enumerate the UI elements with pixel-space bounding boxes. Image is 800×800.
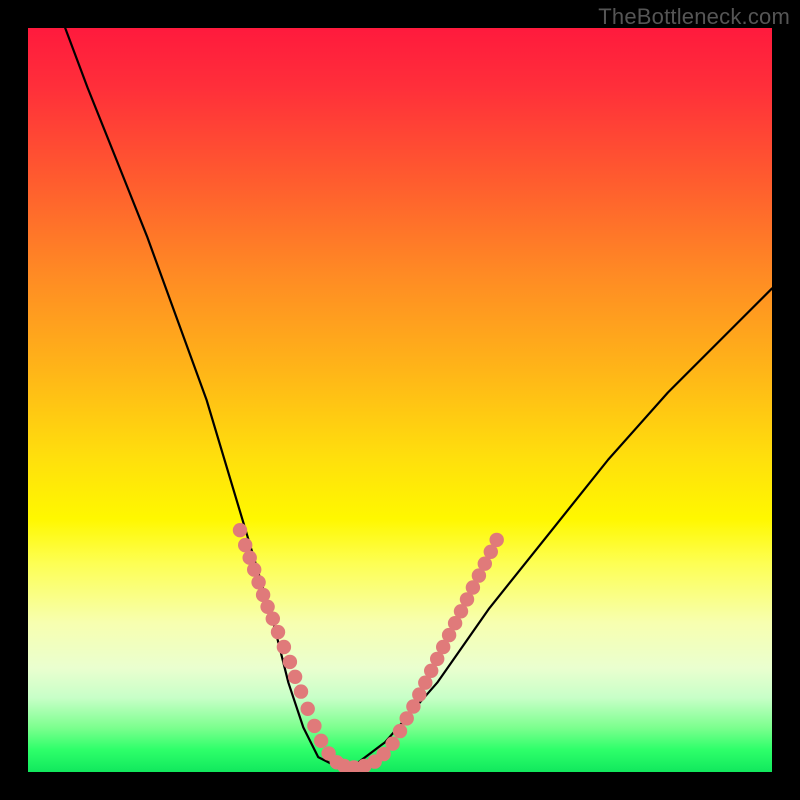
data-dot xyxy=(283,655,297,669)
data-dot xyxy=(385,737,399,751)
data-dot xyxy=(294,684,308,698)
chart-svg xyxy=(28,28,772,772)
data-dot xyxy=(271,625,285,639)
data-dot xyxy=(288,670,302,684)
plot-area xyxy=(28,28,772,772)
curve-layer xyxy=(65,28,772,765)
bottleneck-curve xyxy=(65,28,772,765)
data-dot xyxy=(251,575,265,589)
data-dot xyxy=(307,719,321,733)
data-dot xyxy=(393,724,407,738)
data-dot xyxy=(233,523,247,537)
data-dot xyxy=(277,640,291,654)
data-dot xyxy=(314,734,328,748)
data-dot xyxy=(266,612,280,626)
dots-layer xyxy=(233,523,504,772)
data-dot xyxy=(490,533,504,547)
watermark-text: TheBottleneck.com xyxy=(598,4,790,30)
data-dot xyxy=(238,538,252,552)
data-dot xyxy=(247,562,261,576)
chart-frame: TheBottleneck.com xyxy=(0,0,800,800)
data-dot xyxy=(301,702,315,716)
